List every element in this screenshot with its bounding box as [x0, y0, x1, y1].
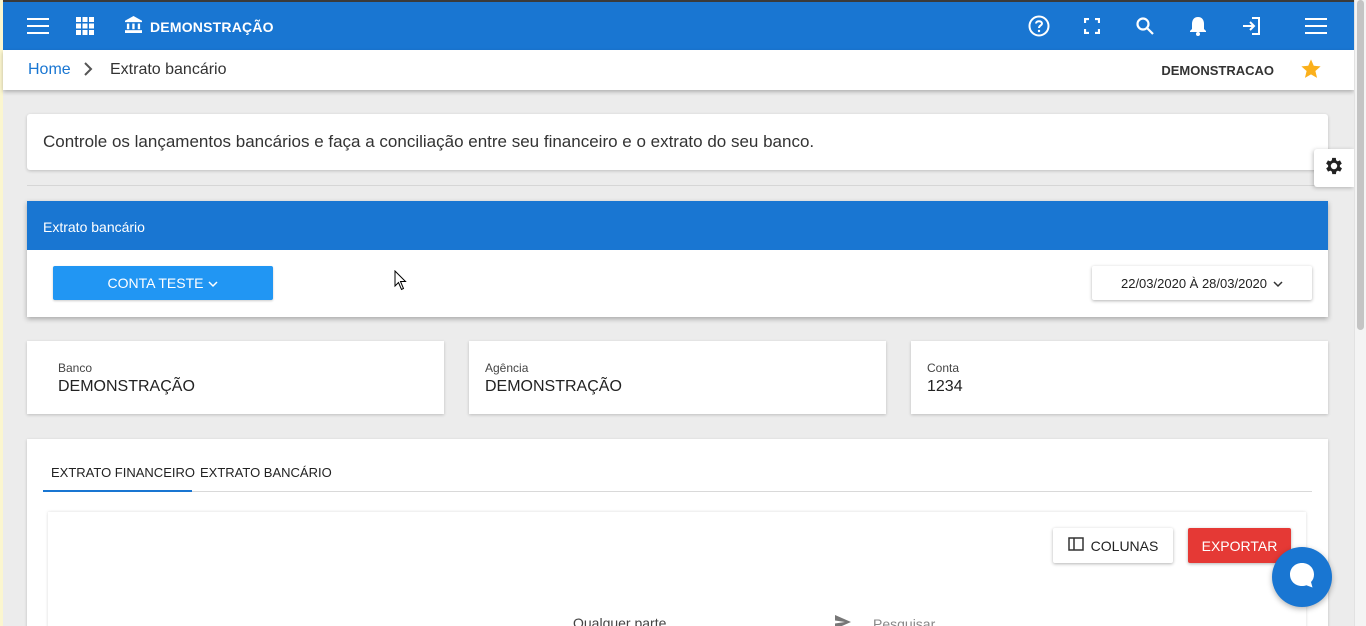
logout-icon[interactable]: [1239, 14, 1263, 38]
page-scrollbar[interactable]: [1354, 0, 1366, 626]
page-description-card: Controle os lançamentos bancários e faça…: [27, 114, 1328, 170]
export-button[interactable]: EXPORTAR: [1188, 528, 1291, 563]
chevron-right-icon: [83, 62, 93, 81]
bell-icon[interactable]: [1186, 14, 1210, 38]
columns-label: COLUNAS: [1090, 537, 1159, 554]
search-icon[interactable]: [1133, 14, 1157, 38]
active-tab-indicator: [43, 490, 192, 492]
chat-button[interactable]: [1272, 547, 1332, 607]
breadcrumb-home-link[interactable]: Home: [28, 61, 71, 79]
bank-label: Banco: [58, 361, 93, 375]
scrollbar-thumb[interactable]: [1357, 0, 1364, 330]
bank-info-box: Banco DEMONSTRAÇÃO: [27, 341, 444, 414]
gear-icon: [1323, 155, 1345, 182]
agency-info-box: Agência DEMONSTRAÇÃO: [469, 341, 886, 414]
bank-icon: [125, 16, 142, 38]
breadcrumb-current: Extrato bancário: [110, 61, 227, 78]
bank-value: DEMONSTRAÇÃO: [58, 378, 195, 395]
app-header: DEMONSTRAÇÃO: [3, 2, 1354, 50]
date-range-label: 22/03/2020 À 28/03/2020: [1120, 275, 1268, 291]
company-code: DEMONSTRACAO: [1161, 63, 1274, 78]
statement-tabs-card: EXTRATO FINANCEIRO EXTRATO BANCÁRIO COLU…: [27, 439, 1328, 626]
fullscreen-icon[interactable]: [1080, 14, 1104, 38]
send-icon[interactable]: [834, 614, 852, 626]
menu-icon[interactable]: [26, 14, 50, 38]
statement-panel: Extrato bancário CONTA TESTE 22/03/2020 …: [27, 201, 1328, 317]
chevron-down-icon: [1273, 276, 1283, 291]
date-range-button[interactable]: 22/03/2020 À 28/03/2020: [1092, 266, 1312, 300]
help-icon[interactable]: [1027, 14, 1051, 38]
chevron-down-icon: [208, 275, 218, 291]
settings-gear-button[interactable]: [1314, 149, 1354, 187]
tab-extrato-bancario[interactable]: EXTRATO BANCÁRIO: [200, 465, 332, 480]
dropdown-arrow-icon: [768, 620, 780, 626]
filter-mode-select[interactable]: Qualquer parte: [573, 615, 666, 626]
page-description: Controle os lançamentos bancários e faça…: [43, 132, 815, 151]
account-select-button[interactable]: CONTA TESTE: [53, 266, 273, 300]
favorite-star-icon[interactable]: [1300, 58, 1322, 85]
account-label: CONTA TESTE: [107, 275, 204, 291]
agency-label: Agência: [485, 361, 529, 375]
tabs-underline: [43, 491, 1312, 492]
account-info-box: Conta 1234: [911, 341, 1328, 414]
agency-value: DEMONSTRAÇÃO: [485, 378, 622, 395]
search-input[interactable]: Pesquisar: [873, 616, 935, 626]
columns-button[interactable]: COLUNAS: [1053, 528, 1173, 563]
company-name: DEMONSTRAÇÃO: [150, 19, 274, 35]
left-edge-strip: [0, 0, 3, 626]
section-divider: [27, 185, 1328, 186]
account-number-label: Conta: [927, 361, 960, 375]
breadcrumb: Home Extrato bancário DEMONSTRACAO: [3, 50, 1354, 90]
apps-grid-icon[interactable]: [73, 14, 97, 38]
account-number-value: 1234: [927, 378, 963, 395]
chat-bubble-icon: [1287, 560, 1317, 595]
columns-icon: [1067, 537, 1084, 554]
panel-title: Extrato bancário: [27, 201, 1328, 250]
hamburger-icon[interactable]: [1304, 14, 1328, 38]
financial-statement-table-card: COLUNAS EXPORTAR Qualquer parte Pesquisa…: [48, 512, 1306, 626]
mouse-cursor-icon: [394, 269, 408, 296]
company-selector[interactable]: DEMONSTRAÇÃO: [125, 16, 274, 38]
tab-extrato-financeiro[interactable]: EXTRATO FINANCEIRO: [51, 465, 195, 480]
